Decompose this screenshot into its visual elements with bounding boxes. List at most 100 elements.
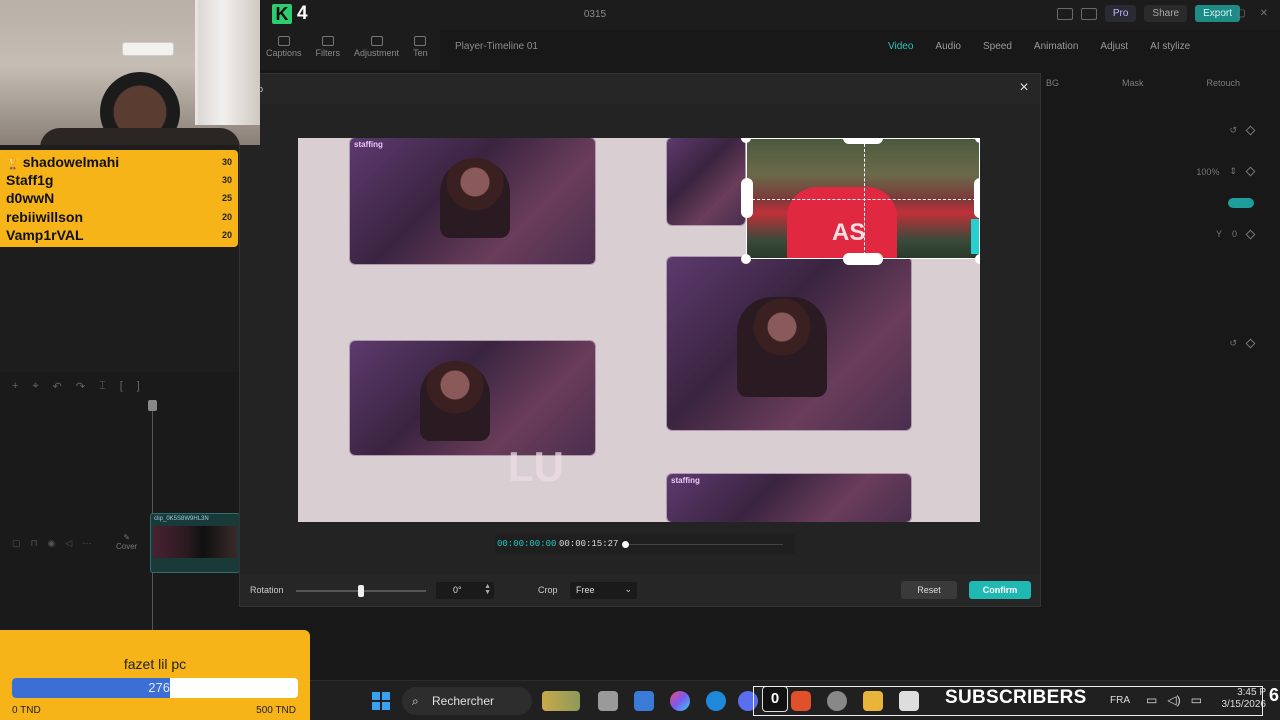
kick-logo-icon: K: [272, 4, 292, 24]
crop-label: Crop: [538, 585, 558, 595]
select-tool-icon[interactable]: ⌖: [32, 380, 38, 393]
filters-tool[interactable]: Filters: [316, 36, 340, 64]
file-explorer-icon[interactable]: [863, 691, 883, 711]
capcut-icon[interactable]: [899, 691, 919, 711]
pro-button[interactable]: Pro: [1104, 5, 1137, 22]
copilot-icon[interactable]: [670, 691, 690, 711]
more-icon[interactable]: ⋯: [82, 538, 91, 549]
subtab-bg[interactable]: BG: [1046, 78, 1059, 88]
crop-corner-bottom-right[interactable]: [975, 254, 980, 264]
tab-speed[interactable]: Speed: [983, 41, 1012, 53]
keyframe-icon[interactable]: [1245, 338, 1256, 349]
inspector-properties: ↺ 100% ⇕ Y0 ↺: [1040, 100, 1280, 370]
brave-icon[interactable]: [791, 691, 811, 711]
clock-date: 3/15/2026: [1221, 699, 1267, 710]
windows-start-icon[interactable]: [372, 692, 390, 710]
track-lock-icon[interactable]: ▢: [12, 538, 21, 549]
chrome-icon[interactable]: [827, 691, 847, 711]
stepper-icon[interactable]: ▲ ▼: [484, 583, 491, 596]
widgets-icon[interactable]: [542, 691, 580, 711]
templates-tool[interactable]: Ten: [413, 36, 428, 64]
scale-value[interactable]: 100%: [1196, 167, 1219, 177]
crop-selection[interactable]: AS: [746, 138, 980, 259]
crop-ratio-select[interactable]: Free ⌄: [570, 582, 637, 599]
keyframe-icon[interactable]: [1245, 229, 1256, 239]
stepper-icon[interactable]: ⇕: [1229, 166, 1237, 177]
person-figure: [440, 158, 510, 238]
taskbar-search[interactable]: ⌕ Rechercher: [402, 687, 532, 715]
tab-ai-stylize[interactable]: AI stylize: [1150, 41, 1190, 53]
playhead-handle[interactable]: [148, 400, 157, 411]
undo-icon[interactable]: ↶: [53, 380, 62, 393]
layout-icon[interactable]: [1056, 7, 1073, 20]
tab-audio[interactable]: Audio: [935, 41, 961, 53]
volume-icon[interactable]: ◁): [1167, 693, 1180, 707]
crop-handle-top[interactable]: [843, 138, 883, 144]
keyframe-icon[interactable]: [1245, 125, 1256, 136]
donation-goal-overlay: fazet lil pc 276 0 TND 500 TND: [0, 630, 310, 720]
captions-tool[interactable]: Captions: [266, 36, 302, 64]
reset-button[interactable]: Reset: [901, 581, 957, 599]
leaderboard-row: Staff1g 30: [6, 172, 232, 190]
add-track-icon[interactable]: +: [12, 380, 18, 393]
crop-dialog: p × staffing staffing LU AS 00:00:00:00 …: [240, 74, 1040, 606]
tab-animation[interactable]: Animation: [1034, 41, 1078, 53]
leaderboard-username: Staff1g: [6, 172, 54, 189]
keyframe-icon[interactable]: [1245, 166, 1256, 177]
battery-icon[interactable]: ▭: [1191, 693, 1202, 707]
task-view-icon[interactable]: [598, 691, 618, 711]
split-icon[interactable]: ⌶: [99, 380, 106, 393]
pos-y-value[interactable]: 0: [1232, 229, 1237, 239]
crop-corner-bottom-left[interactable]: [741, 254, 751, 264]
shortcut-icon[interactable]: [1080, 7, 1097, 20]
crop-handle-left[interactable]: [741, 178, 753, 218]
leaderboard-points: 20: [221, 229, 232, 240]
webcam-air-conditioner: [122, 42, 174, 56]
crop-canvas[interactable]: staffing staffing LU AS: [298, 138, 980, 522]
eye-icon[interactable]: ◉: [48, 538, 56, 549]
mute-icon[interactable]: ◁: [65, 538, 72, 549]
leaderboard-overlay: 🏆 shadowelmahi 30 Staff1g 30 d0wwN 25 rebiiwill…: [0, 150, 238, 247]
playback-scrubber[interactable]: [625, 544, 783, 545]
trim-left-icon[interactable]: [: [120, 380, 123, 393]
lock-icon[interactable]: ⊓: [31, 538, 38, 549]
share-button[interactable]: Share: [1144, 5, 1188, 22]
minimize-icon[interactable]: —: [1212, 8, 1222, 19]
uniform-scale-toggle[interactable]: [1228, 198, 1254, 208]
language-indicator[interactable]: FRA: [1110, 695, 1130, 706]
crop-ratio-value: Free: [576, 585, 595, 595]
screen: K 4 0315 Pro Share Export — ▢ ✕ Captions…: [0, 0, 1280, 720]
adjustment-tool[interactable]: Adjustment: [354, 36, 399, 64]
redo-icon[interactable]: ↷: [76, 380, 85, 393]
leaderboard-name: Staff1g: [6, 172, 53, 188]
total-time: 00:00:15:27: [559, 539, 619, 549]
trim-right-icon[interactable]: ]: [137, 380, 140, 393]
video-thumbnail: staffing: [350, 138, 595, 264]
network-icon[interactable]: ▭: [1146, 693, 1157, 707]
close-window-icon[interactable]: ✕: [1260, 8, 1268, 19]
close-icon[interactable]: ×: [1016, 79, 1032, 97]
reset-icon[interactable]: ↺: [1229, 338, 1237, 349]
rotation-input[interactable]: 0° ▲ ▼: [436, 582, 494, 599]
timeline-clip[interactable]: clip_0K5S8W9HL3N: [150, 513, 240, 573]
taskbar-clock[interactable]: 3:45 P 3/15/2026: [1222, 687, 1267, 711]
tab-video[interactable]: Video: [888, 41, 913, 53]
subtab-mask[interactable]: Mask: [1122, 78, 1144, 88]
playback-knob[interactable]: [622, 541, 629, 548]
subtab-retouch[interactable]: Retouch: [1206, 78, 1240, 88]
crop-handle-bottom[interactable]: [843, 253, 883, 265]
leaderboard-username: rebiiwillson: [6, 208, 84, 225]
edge-icon[interactable]: [706, 691, 726, 711]
cover-button[interactable]: ✎ Cover: [116, 533, 137, 551]
rotation-slider-knob[interactable]: [358, 585, 364, 597]
tab-adjust[interactable]: Adjust: [1100, 41, 1128, 53]
confirm-button[interactable]: Confirm: [969, 581, 1031, 599]
adjustment-label: Adjustment: [354, 48, 400, 58]
crop-handle-right[interactable]: [974, 178, 980, 218]
leaderboard-points: 30: [221, 157, 232, 167]
app-icon[interactable]: [634, 691, 654, 711]
timeline-panel: [0, 372, 240, 632]
maximize-icon[interactable]: ▢: [1236, 8, 1245, 19]
reset-icon[interactable]: ↺: [1229, 125, 1237, 136]
track-controls: ▢ ⊓ ◉ ◁ ⋯: [12, 538, 91, 549]
